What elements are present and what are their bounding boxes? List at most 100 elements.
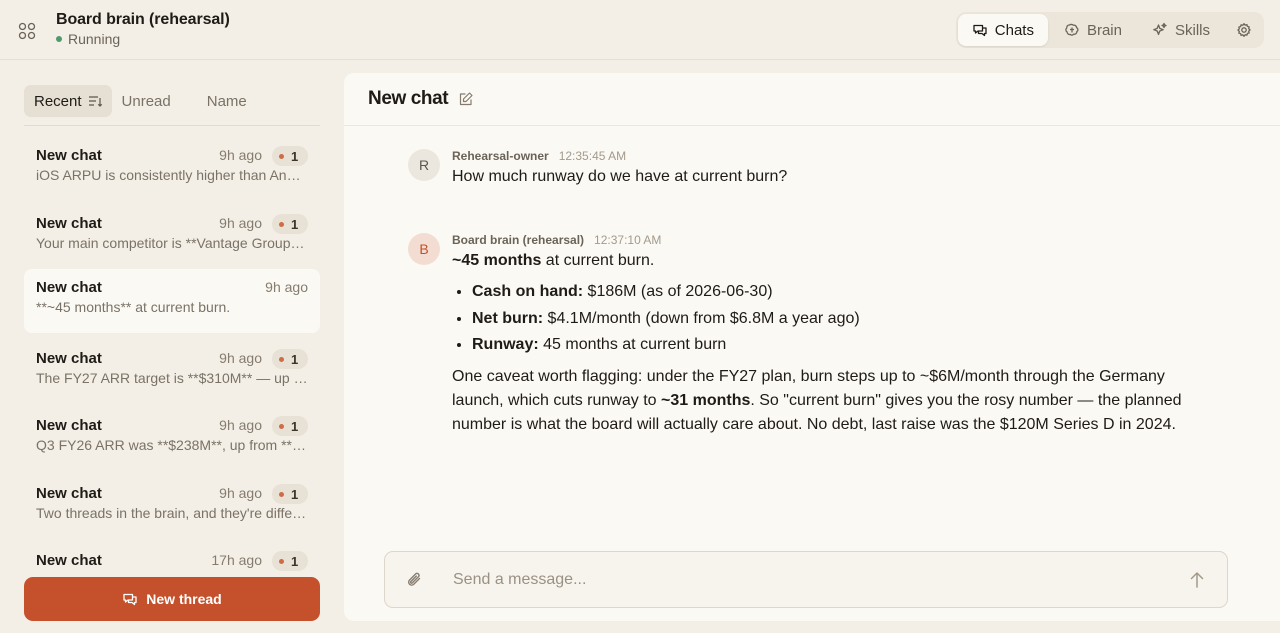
tab-skills[interactable]: Skills [1138, 14, 1224, 46]
thread-time: 9h ago [219, 215, 262, 231]
assistant-message: B Board brain (rehearsal) 12:37:10 AM ~4… [408, 233, 1208, 453]
sort-recent-label: Recent [34, 92, 82, 110]
top-bar: Board brain (rehearsal) Running Chats Br… [0, 0, 1280, 60]
status-text: Running [68, 31, 121, 47]
brain-icon [1065, 23, 1079, 36]
thread-item[interactable]: New chat 9h ago 1 The FY27 ARR target is… [24, 340, 320, 404]
thread-preview: The FY27 ARR target is **$310M** — up 30… [36, 370, 308, 386]
unread-count: 1 [291, 216, 299, 232]
thread-preview: Q3 FY26 ARR was **$238M**, up from **$20… [36, 437, 308, 453]
answer-lead: ~45 months at current burn. [452, 249, 1192, 273]
message-meta: Board brain (rehearsal) 12:37:10 AM [452, 233, 661, 247]
message-text: How much runway do we have at current bu… [452, 168, 788, 185]
chat-bubbles-icon [973, 24, 987, 37]
thread-sidebar: Recent Unread Name New chat 9h ago 1 iOS… [24, 85, 320, 633]
thread-title: New chat [36, 350, 102, 367]
thread-preview: **~45 months** at current burn. [36, 299, 231, 315]
answer-bullets: Cash on hand: $186M (as of 2026-06-30) N… [472, 279, 1192, 359]
thread-time: 9h ago [219, 350, 262, 366]
bullet-label: Runway: [472, 336, 539, 353]
tab-brain-label: Brain [1086, 21, 1122, 39]
tab-skills-label: Skills [1174, 21, 1210, 39]
unread-count: 1 [291, 553, 299, 569]
answer-lead-bold: ~45 months [452, 252, 542, 269]
message-body: ~45 months at current burn. Cash on hand… [452, 249, 1192, 437]
send-arrow-icon[interactable] [1187, 570, 1207, 590]
user-message: R Rehearsal-owner 12:35:45 AM How much r… [408, 149, 1208, 199]
unread-badge: 1 [272, 551, 308, 571]
bullet-value: 45 months at current burn [538, 336, 727, 353]
bullet-item: Net burn: $4.1M/month (down from $6.8M a… [472, 306, 1192, 333]
thread-item[interactable]: New chat 9h ago 1 iOS ARPU is consistent… [24, 137, 320, 201]
answer-lead-rest: at current burn. [541, 252, 655, 269]
unread-count: 1 [291, 148, 299, 164]
app-grid-icon[interactable] [18, 22, 36, 40]
thread-time: 9h ago [219, 485, 262, 501]
unread-badge: 1 [272, 349, 308, 369]
thread-item[interactable]: New chat 9h ago 1 Your main competitor i… [24, 205, 320, 269]
unread-dot-icon [279, 221, 284, 227]
app-title: Board brain (rehearsal) [56, 11, 230, 28]
message-composer [384, 551, 1228, 608]
chat-bubbles-icon [123, 593, 137, 606]
bullet-value: $4.1M/month (down from $6.8M a year ago) [543, 309, 860, 327]
unread-badge: 1 [272, 214, 308, 234]
app-status: Running [56, 31, 120, 47]
thread-preview: Your main competitor is **Vantage Group*… [36, 235, 308, 251]
thread-preview: Two threads in the brain, and they're di… [36, 505, 308, 521]
tab-brain[interactable]: Brain [1050, 14, 1136, 46]
bullet-item: Runway: 45 months at current burn [472, 332, 1192, 359]
bullet-label: Net burn: [472, 309, 544, 327]
new-thread-label: New thread [146, 591, 222, 607]
unread-dot-icon [279, 491, 284, 497]
unread-dot-icon [279, 153, 284, 159]
unread-badge: 1 [272, 484, 308, 504]
thread-time: 9h ago [219, 147, 262, 163]
thread-time: 9h ago [265, 279, 308, 295]
thread-item[interactable]: New chat 17h ago 1 [24, 542, 320, 577]
unread-dot-icon [279, 356, 284, 362]
message-input[interactable] [453, 552, 1153, 607]
unread-badge: 1 [272, 416, 308, 436]
sort-name-tab[interactable]: Name [197, 85, 257, 117]
paperclip-icon[interactable] [405, 570, 425, 590]
avatar: B [408, 233, 440, 265]
unread-count: 1 [291, 418, 299, 434]
sort-name-label: Name [206, 92, 247, 110]
sparkle-icon [1153, 22, 1167, 36]
thread-time: 9h ago [219, 417, 262, 433]
bullet-item: Cash on hand: $186M (as of 2026-06-30) [472, 279, 1192, 306]
thread-preview: iOS ARPU is consistently higher than And… [36, 167, 308, 183]
unread-count: 1 [291, 351, 299, 367]
message-author: Rehearsal-owner [452, 149, 549, 163]
bullet-value: $186M (as of 2026-06-30) [583, 283, 773, 300]
sort-unread-label: Unread [121, 92, 171, 110]
bullet-label: Cash on hand: [472, 283, 584, 300]
unread-badge: 1 [272, 146, 308, 166]
thread-item-active[interactable]: New chat 9h ago **~45 months** at curren… [24, 269, 320, 333]
thread-title: New chat [36, 279, 102, 296]
message-author: Board brain (rehearsal) [452, 233, 585, 247]
sort-tabs: Recent Unread Name [24, 85, 320, 126]
unread-count: 1 [291, 486, 299, 502]
settings-button[interactable] [1226, 14, 1262, 46]
thread-item[interactable]: New chat 9h ago 1 Q3 FY26 ARR was **$238… [24, 407, 320, 471]
avatar: R [408, 149, 440, 181]
gear-icon [1237, 22, 1251, 38]
chat-header: New chat [344, 73, 1280, 126]
thread-list: New chat 9h ago 1 iOS ARPU is consistent… [24, 137, 320, 577]
message-time: 12:37:10 AM [594, 233, 662, 247]
edit-icon[interactable] [458, 91, 474, 107]
tab-chats-label: Chats [994, 21, 1034, 39]
sort-unread-tab[interactable]: Unread [112, 85, 181, 117]
sort-recent-tab[interactable]: Recent [24, 85, 112, 117]
thread-item[interactable]: New chat 9h ago 1 Two threads in the bra… [24, 475, 320, 539]
new-thread-button[interactable]: New thread [24, 577, 320, 621]
thread-title: New chat [36, 485, 102, 502]
main-nav: Chats Brain Skills [955, 12, 1264, 48]
status-dot-icon [56, 36, 62, 42]
message-time: 12:35:45 AM [558, 149, 627, 163]
thread-time: 17h ago [211, 552, 262, 568]
tab-chats[interactable]: Chats [957, 14, 1048, 46]
chat-title: New chat [368, 88, 449, 109]
